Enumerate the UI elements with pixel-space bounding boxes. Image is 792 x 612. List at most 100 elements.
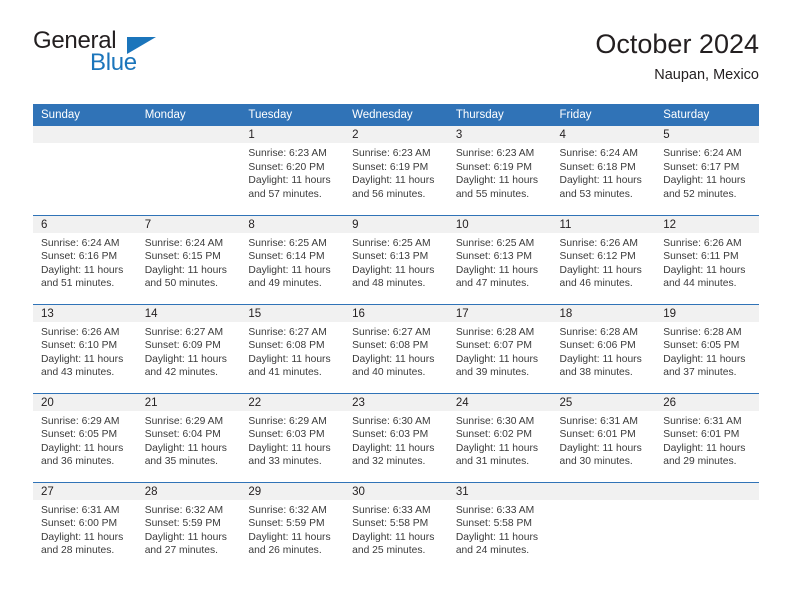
- day-number: 13: [33, 304, 137, 322]
- day-cell[interactable]: 8 Sunrise: 6:25 AM Sunset: 6:14 PM Dayli…: [240, 214, 345, 304]
- sunrise-text: Sunrise: 6:27 AM: [352, 326, 431, 338]
- day-cell[interactable]: 13 Sunrise: 6:26 AM Sunset: 6:10 PM Dayl…: [33, 303, 137, 393]
- daylight-text-line1: Daylight: 11 hours: [248, 175, 331, 187]
- daylight-text-line2: and 27 minutes.: [144, 545, 218, 557]
- sunrise-text: Sunrise: 6:23 AM: [352, 148, 431, 159]
- sunrise-text: Sunrise: 6:26 AM: [663, 237, 742, 249]
- sunset-text: Sunset: 5:59 PM: [144, 518, 221, 530]
- day-cell[interactable]: 20 Sunrise: 6:29 AM Sunset: 6:05 PM Dayl…: [33, 392, 137, 482]
- sunset-text: Sunset: 5:58 PM: [352, 518, 429, 530]
- day-cell[interactable]: 21 Sunrise: 6:29 AM Sunset: 6:04 PM Dayl…: [136, 392, 241, 482]
- daylight-text-line2: and 36 minutes.: [41, 456, 115, 468]
- sunset-text: Sunset: 6:14 PM: [248, 251, 325, 263]
- day-details: [137, 143, 241, 147]
- day-cell[interactable]: 11 Sunrise: 6:26 AM Sunset: 6:12 PM Dayl…: [551, 214, 656, 304]
- day-cell[interactable]: 18 Sunrise: 6:28 AM Sunset: 6:06 PM Dayl…: [551, 303, 656, 393]
- sunset-text: Sunset: 6:00 PM: [41, 518, 118, 530]
- day-cell[interactable]: 5 Sunrise: 6:24 AM Sunset: 6:17 PM Dayli…: [655, 126, 759, 215]
- day-cell[interactable]: 30 Sunrise: 6:33 AM Sunset: 5:58 PM Dayl…: [344, 481, 448, 571]
- day-number: 1: [240, 126, 345, 143]
- day-cell[interactable]: 22 Sunrise: 6:29 AM Sunset: 6:03 PM Dayl…: [240, 392, 345, 482]
- day-cell[interactable]: 27 Sunrise: 6:31 AM Sunset: 6:00 PM Dayl…: [33, 481, 137, 571]
- daylight-text-line1: Daylight: 11 hours: [559, 353, 642, 365]
- sunrise-text: Sunrise: 6:28 AM: [663, 326, 742, 338]
- sunset-text: Sunset: 5:59 PM: [248, 518, 325, 530]
- weekday-header-tuesday: Tuesday: [240, 104, 345, 126]
- sunrise-text: Sunrise: 6:26 AM: [559, 237, 638, 249]
- day-details: Sunrise: 6:31 AM Sunset: 6:00 PM Dayligh…: [33, 500, 137, 558]
- day-details: Sunrise: 6:24 AM Sunset: 6:18 PM Dayligh…: [552, 143, 656, 201]
- daylight-text-line2: and 57 minutes.: [248, 188, 322, 200]
- sunset-text: Sunset: 6:09 PM: [144, 340, 221, 352]
- daylight-text-line2: and 43 minutes.: [41, 367, 115, 379]
- day-cell[interactable]: 23 Sunrise: 6:30 AM Sunset: 6:03 PM Dayl…: [344, 392, 448, 482]
- day-cell[interactable]: 9 Sunrise: 6:25 AM Sunset: 6:13 PM Dayli…: [344, 214, 448, 304]
- day-details: Sunrise: 6:25 AM Sunset: 6:14 PM Dayligh…: [240, 233, 344, 291]
- day-details: Sunrise: 6:23 AM Sunset: 6:20 PM Dayligh…: [240, 143, 344, 201]
- day-details: [33, 143, 137, 147]
- day-details: Sunrise: 6:29 AM Sunset: 6:05 PM Dayligh…: [33, 411, 137, 469]
- daylight-text-line1: Daylight: 11 hours: [41, 531, 124, 543]
- day-cell[interactable]: 15 Sunrise: 6:27 AM Sunset: 6:08 PM Dayl…: [240, 303, 345, 393]
- sunset-text: Sunset: 6:19 PM: [352, 161, 429, 173]
- logo-text-blue: Blue: [90, 49, 137, 76]
- weekday-header-monday: Monday: [136, 104, 241, 126]
- week-row: 13 Sunrise: 6:26 AM Sunset: 6:10 PM Dayl…: [33, 303, 759, 393]
- daylight-text-line1: Daylight: 11 hours: [352, 264, 435, 276]
- calendar-table: Sunday Monday Tuesday Wednesday Thursday…: [33, 104, 759, 571]
- day-cell[interactable]: 14 Sunrise: 6:27 AM Sunset: 6:09 PM Dayl…: [136, 303, 241, 393]
- day-number: 28: [136, 482, 241, 500]
- daylight-text-line2: and 30 minutes.: [559, 456, 633, 468]
- day-details: Sunrise: 6:28 AM Sunset: 6:05 PM Dayligh…: [655, 322, 759, 380]
- day-number: 5: [655, 126, 759, 143]
- day-number: 20: [33, 393, 137, 411]
- day-cell[interactable]: 12 Sunrise: 6:26 AM Sunset: 6:11 PM Dayl…: [655, 214, 759, 304]
- daylight-text-line2: and 48 minutes.: [352, 278, 426, 290]
- day-cell[interactable]: 1 Sunrise: 6:23 AM Sunset: 6:20 PM Dayli…: [240, 126, 345, 215]
- day-details: Sunrise: 6:23 AM Sunset: 6:19 PM Dayligh…: [448, 143, 552, 201]
- day-cell[interactable]: 26 Sunrise: 6:31 AM Sunset: 6:01 PM Dayl…: [655, 392, 759, 482]
- day-cell[interactable]: 6 Sunrise: 6:24 AM Sunset: 6:16 PM Dayli…: [33, 214, 137, 304]
- day-cell[interactable]: 2 Sunrise: 6:23 AM Sunset: 6:19 PM Dayli…: [344, 126, 448, 215]
- day-number: 25: [551, 393, 656, 411]
- daylight-text-line2: and 42 minutes.: [144, 367, 218, 379]
- day-cell[interactable]: 19 Sunrise: 6:28 AM Sunset: 6:05 PM Dayl…: [655, 303, 759, 393]
- day-number: 18: [551, 304, 656, 322]
- sunrise-text: Sunrise: 6:33 AM: [352, 504, 431, 516]
- day-cell[interactable]: 25 Sunrise: 6:31 AM Sunset: 6:01 PM Dayl…: [551, 392, 656, 482]
- day-cell[interactable]: 31 Sunrise: 6:33 AM Sunset: 5:58 PM Dayl…: [447, 481, 552, 571]
- week-row: 27 Sunrise: 6:31 AM Sunset: 6:00 PM Dayl…: [33, 481, 759, 571]
- day-cell[interactable]: 29 Sunrise: 6:32 AM Sunset: 5:59 PM Dayl…: [240, 481, 345, 571]
- title-block: October 2024 Naupan, Mexico: [595, 28, 759, 84]
- day-number: 29: [240, 482, 345, 500]
- day-cell[interactable]: [655, 481, 759, 571]
- daylight-text-line1: Daylight: 11 hours: [663, 442, 746, 454]
- daylight-text-line2: and 51 minutes.: [41, 278, 115, 290]
- day-number: 3: [447, 126, 552, 143]
- sunset-text: Sunset: 6:15 PM: [144, 251, 221, 263]
- daylight-text-line2: and 35 minutes.: [144, 456, 218, 468]
- day-cell[interactable]: 10 Sunrise: 6:25 AM Sunset: 6:13 PM Dayl…: [447, 214, 552, 304]
- day-cell[interactable]: 17 Sunrise: 6:28 AM Sunset: 6:07 PM Dayl…: [447, 303, 552, 393]
- sunset-text: Sunset: 6:01 PM: [663, 429, 740, 441]
- daylight-text-line2: and 53 minutes.: [559, 188, 633, 200]
- day-cell[interactable]: 16 Sunrise: 6:27 AM Sunset: 6:08 PM Dayl…: [344, 303, 448, 393]
- day-cell[interactable]: [551, 481, 656, 571]
- day-details: Sunrise: 6:26 AM Sunset: 6:10 PM Dayligh…: [33, 322, 137, 380]
- day-cell[interactable]: 4 Sunrise: 6:24 AM Sunset: 6:18 PM Dayli…: [551, 126, 656, 215]
- week-row: 20 Sunrise: 6:29 AM Sunset: 6:05 PM Dayl…: [33, 392, 759, 482]
- day-details: Sunrise: 6:27 AM Sunset: 6:08 PM Dayligh…: [240, 322, 344, 380]
- day-cell[interactable]: 24 Sunrise: 6:30 AM Sunset: 6:02 PM Dayl…: [447, 392, 552, 482]
- day-number: 23: [344, 393, 448, 411]
- sunrise-text: Sunrise: 6:29 AM: [41, 415, 120, 427]
- day-cell[interactable]: 7 Sunrise: 6:24 AM Sunset: 6:15 PM Dayli…: [136, 214, 241, 304]
- calendar-page: General Blue October 2024 Naupan, Mexico…: [0, 0, 792, 612]
- daylight-text-line2: and 33 minutes.: [248, 456, 322, 468]
- day-cell[interactable]: 28 Sunrise: 6:32 AM Sunset: 5:59 PM Dayl…: [136, 481, 241, 571]
- day-cell[interactable]: [136, 126, 241, 215]
- daylight-text-line1: Daylight: 11 hours: [455, 442, 539, 454]
- daylight-text-line2: and 29 minutes.: [663, 456, 737, 468]
- day-cell[interactable]: [33, 126, 137, 215]
- sunset-text: Sunset: 6:03 PM: [248, 429, 325, 441]
- day-cell[interactable]: 3 Sunrise: 6:23 AM Sunset: 6:19 PM Dayli…: [447, 126, 552, 215]
